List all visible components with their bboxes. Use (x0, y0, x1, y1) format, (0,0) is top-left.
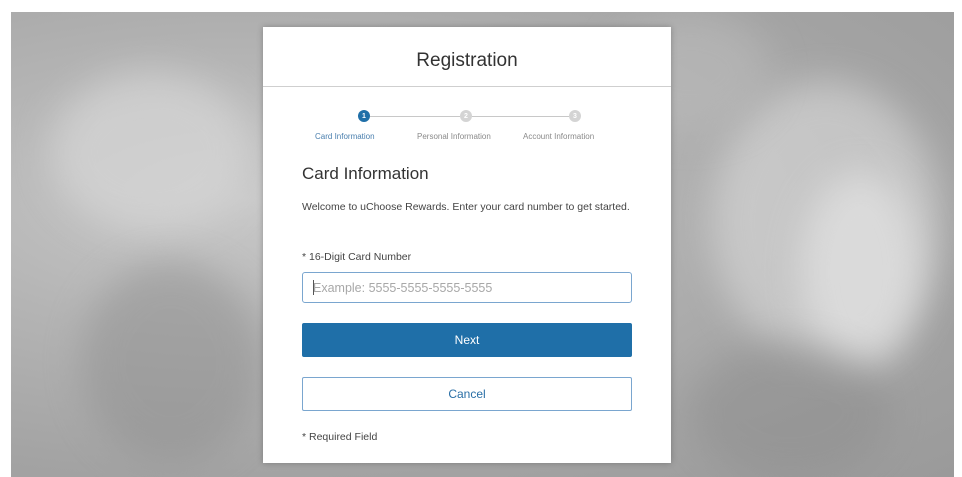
step-3-label: Account Information (523, 132, 595, 141)
card-header: Registration (263, 27, 671, 87)
welcome-description: Welcome to uChoose Rewards. Enter your c… (302, 201, 630, 213)
registration-stepper: 1 2 3 Card Information Personal Informat… (263, 107, 671, 147)
required-field-note: * Required Field (302, 431, 378, 443)
step-1-label: Card Information (315, 132, 375, 141)
card-number-input[interactable] (302, 272, 632, 303)
cancel-button[interactable]: Cancel (302, 377, 632, 411)
step-3-indicator: 3 (569, 110, 581, 122)
background-blur-shape (51, 72, 251, 232)
card-number-label: * 16-Digit Card Number (302, 251, 412, 263)
page-title: Registration (416, 49, 518, 71)
next-button[interactable]: Next (302, 323, 632, 357)
text-cursor (313, 280, 314, 295)
step-2-indicator: 2 (460, 110, 472, 122)
stepper-connector (370, 116, 460, 117)
background-blur-shape (801, 172, 921, 372)
registration-card: Registration 1 2 3 Card Information Pers… (263, 27, 671, 463)
step-2-label: Personal Information (417, 132, 491, 141)
step-1-indicator: 1 (358, 110, 370, 122)
section-title: Card Information (302, 164, 429, 183)
background-blur-shape (81, 262, 261, 462)
stepper-connector (472, 116, 569, 117)
background-blur-shape (691, 342, 891, 477)
